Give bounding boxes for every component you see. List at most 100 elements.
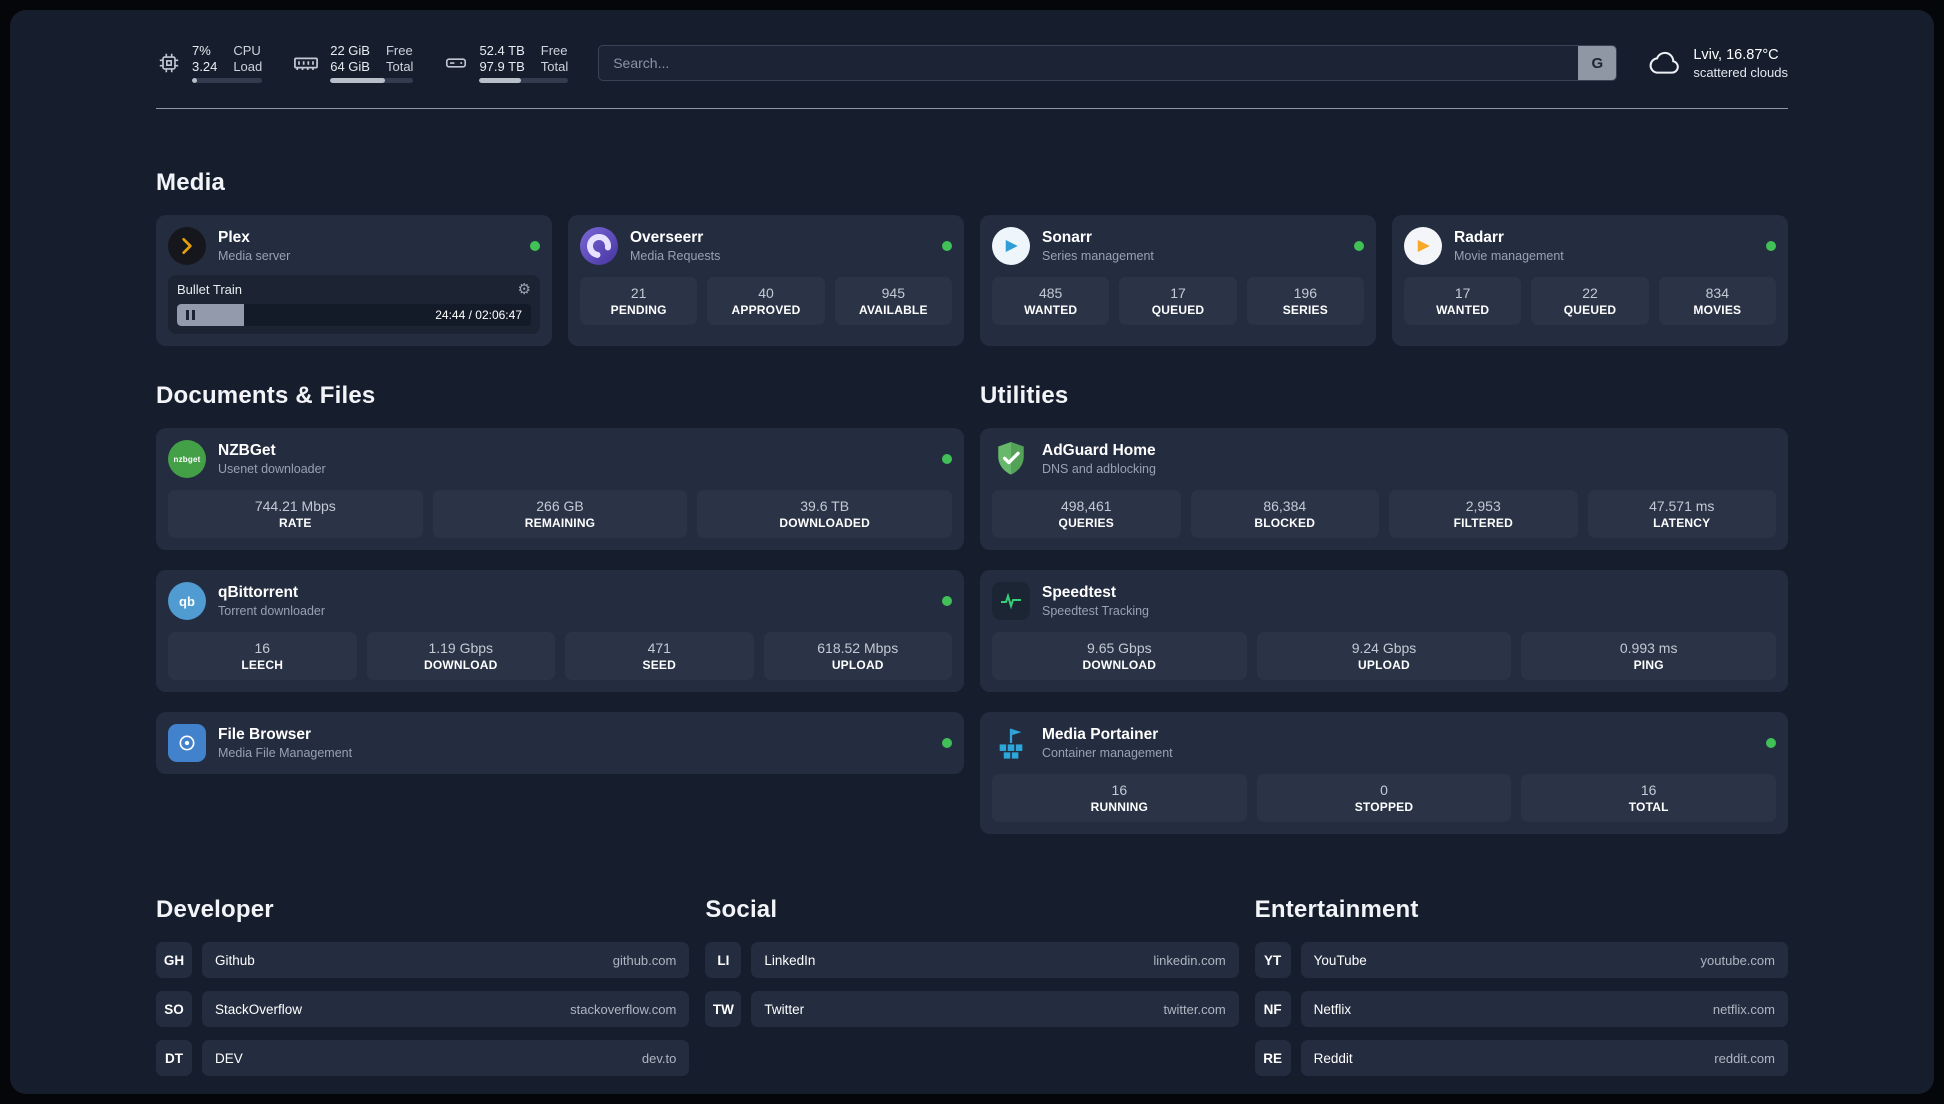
status-dot-online	[942, 596, 952, 606]
stat-total: 16 TOTAL	[1521, 774, 1776, 822]
stat-value: 1.19 Gbps	[428, 640, 494, 656]
stat-value: 0.993 ms	[1619, 640, 1678, 656]
card-portainer[interactable]: Media Portainer Container management 16 …	[980, 712, 1788, 834]
link-url: twitter.com	[1163, 1001, 1226, 1017]
card-speedtest[interactable]: Speedtest Speedtest Tracking 9.65 Gbps D…	[980, 570, 1788, 692]
stat-movies: 834 MOVIES	[1658, 277, 1776, 325]
app-subtitle: Movie management	[1454, 249, 1564, 263]
youtube-link[interactable]: YouTube youtube.com	[1300, 942, 1788, 978]
app-meta: Media Portainer Container management	[1042, 726, 1173, 760]
github-link[interactable]: Github github.com	[202, 942, 690, 978]
stat-wanted: 17 WANTED	[1404, 277, 1522, 325]
stackoverflow-link[interactable]: StackOverflow stackoverflow.com	[202, 991, 690, 1027]
linkedin-link[interactable]: LinkedIn linkedin.com	[751, 942, 1239, 978]
app-name: File Browser	[218, 726, 312, 743]
app-name: NZBGet	[218, 442, 276, 459]
stats-row: 16 RUNNING 0 STOPPED 16 TOTAL	[992, 774, 1776, 822]
stat-label: SERIES	[1282, 303, 1328, 317]
linkedin-abbr-tile[interactable]: LI	[705, 942, 742, 978]
stats-row: 485 WANTED 17 QUEUED 196 SERIES	[992, 277, 1364, 325]
stat-value: 945	[881, 285, 905, 301]
stat-value: 498,461	[1060, 498, 1112, 514]
cpu-progress-track	[192, 78, 263, 83]
stat-value: 485	[1038, 285, 1063, 301]
netflix-abbr-tile[interactable]: NF	[1254, 991, 1291, 1027]
app-meta: Speedtest Speedtest Tracking	[1042, 584, 1149, 618]
topbar: 7% 3.24 CPU Load 22 GiB 64 GiB Free Tota…	[156, 34, 1788, 92]
dev-abbr-tile[interactable]: DT	[156, 1040, 192, 1076]
app-name: Radarr	[1454, 229, 1504, 246]
stat-ping: 0.993 ms PING	[1521, 632, 1776, 680]
links-grid: Developer GH Github github.com SO StackO…	[156, 896, 1788, 1076]
stat-label: UPLOAD	[1358, 658, 1410, 672]
status-dot-online	[1766, 738, 1776, 748]
stat-label: APPROVED	[731, 303, 801, 317]
card-overseerr[interactable]: Overseerr Media Requests 21 PENDING 40 A…	[568, 215, 964, 346]
stat-wanted: 485 WANTED	[992, 277, 1110, 325]
link-url: netflix.com	[1712, 1001, 1775, 1017]
playback-progress-bar[interactable]: 24:44 / 02:06:47	[177, 304, 531, 326]
card-header: File Browser Media File Management	[168, 724, 952, 762]
stat-label: RATE	[279, 516, 312, 530]
settings-icon[interactable]: ⚙	[518, 282, 531, 297]
stat-value: 40	[758, 285, 774, 301]
twitter-link[interactable]: Twitter twitter.com	[751, 991, 1239, 1027]
radarr-icon	[1404, 227, 1442, 265]
storage-progress-fill	[479, 78, 522, 83]
weather-widget[interactable]: Lviv, 16.87°C scattered clouds	[1647, 47, 1788, 80]
stat-label: RUNNING	[1090, 800, 1149, 814]
link-url: dev.to	[641, 1050, 677, 1066]
card-qbittorrent[interactable]: qb qBittorrent Torrent downloader 16 LEE…	[156, 570, 964, 692]
app-meta: NZBGet Usenet downloader	[218, 442, 326, 476]
stat-label: LEECH	[241, 658, 284, 672]
dev-link[interactable]: DEV dev.to	[202, 1040, 690, 1076]
reddit-link[interactable]: Reddit reddit.com	[1300, 1040, 1788, 1076]
stat-label: QUEUED	[1563, 303, 1617, 317]
section-media: Media Plex Media server Bullet Train ⚙ 2…	[156, 169, 1788, 346]
card-header: Media Portainer Container management	[992, 724, 1776, 762]
link-name: Github	[215, 952, 255, 968]
card-radarr[interactable]: Radarr Movie management 17 WANTED 22 QUE…	[1392, 215, 1788, 346]
link-name: StackOverflow	[215, 1001, 303, 1017]
app-meta: qBittorrent Torrent downloader	[218, 584, 325, 618]
pause-icon[interactable]	[186, 310, 195, 320]
memory-total-value: 64 GiB	[330, 59, 370, 74]
cpu-load-label: Load	[233, 59, 263, 74]
link-row-linkedin: LI LinkedIn linkedin.com	[705, 942, 1239, 978]
stats-row: 498,461 QUERIES 86,384 BLOCKED 2,953 FIL…	[992, 490, 1776, 538]
netflix-link[interactable]: Netflix netflix.com	[1300, 991, 1788, 1027]
stat-label: FILTERED	[1453, 516, 1513, 530]
search-engine-button[interactable]: G	[1578, 46, 1617, 80]
card-nzbget[interactable]: nzbget NZBGet Usenet downloader 744.21 M…	[156, 428, 964, 550]
card-sonarr[interactable]: Sonarr Series management 485 WANTED 17 Q…	[980, 215, 1376, 346]
cpu-readout: 7% 3.24 CPU Load	[192, 43, 263, 83]
card-plex[interactable]: Plex Media server Bullet Train ⚙ 24:44 /…	[156, 215, 552, 346]
stat-value: 196	[1293, 285, 1317, 301]
stat-value: 86,384	[1263, 498, 1307, 514]
stat-value: 39.6 TB	[800, 498, 850, 514]
stat-label: QUERIES	[1058, 516, 1114, 530]
stat-value: 834	[1705, 285, 1729, 301]
stat-filtered: 2,953 FILTERED	[1389, 490, 1578, 538]
stat-value: 0	[1380, 782, 1388, 798]
app-meta: Overseerr Media Requests	[630, 229, 720, 263]
stat-value: 22	[1582, 285, 1598, 301]
twitter-abbr-tile[interactable]: TW	[705, 991, 742, 1027]
reddit-abbr-tile[interactable]: RE	[1254, 1040, 1291, 1076]
card-header: Plex Media server	[168, 227, 540, 265]
cpu-percent: 7%	[192, 43, 211, 58]
weather-condition: scattered clouds	[1693, 64, 1788, 80]
sonarr-icon	[992, 227, 1030, 265]
card-filebrowser[interactable]: File Browser Media File Management	[156, 712, 964, 774]
card-header: nzbget NZBGet Usenet downloader	[168, 440, 952, 478]
link-row-dev: DT DEV dev.to	[156, 1040, 690, 1076]
app-subtitle: Speedtest Tracking	[1042, 604, 1150, 618]
search-input[interactable]	[599, 46, 1579, 80]
card-adguard[interactable]: AdGuard Home DNS and adblocking 498,461 …	[980, 428, 1788, 550]
github-abbr-tile[interactable]: GH	[156, 942, 192, 978]
link-url: stackoverflow.com	[570, 1001, 677, 1017]
stackoverflow-abbr-tile[interactable]: SO	[156, 991, 192, 1027]
youtube-abbr-tile[interactable]: YT	[1254, 942, 1291, 978]
stats-row: 9.65 Gbps DOWNLOAD 9.24 Gbps UPLOAD 0.99…	[992, 632, 1776, 680]
column-documents: Documents & Files nzbget NZBGet Usenet d…	[156, 382, 964, 774]
